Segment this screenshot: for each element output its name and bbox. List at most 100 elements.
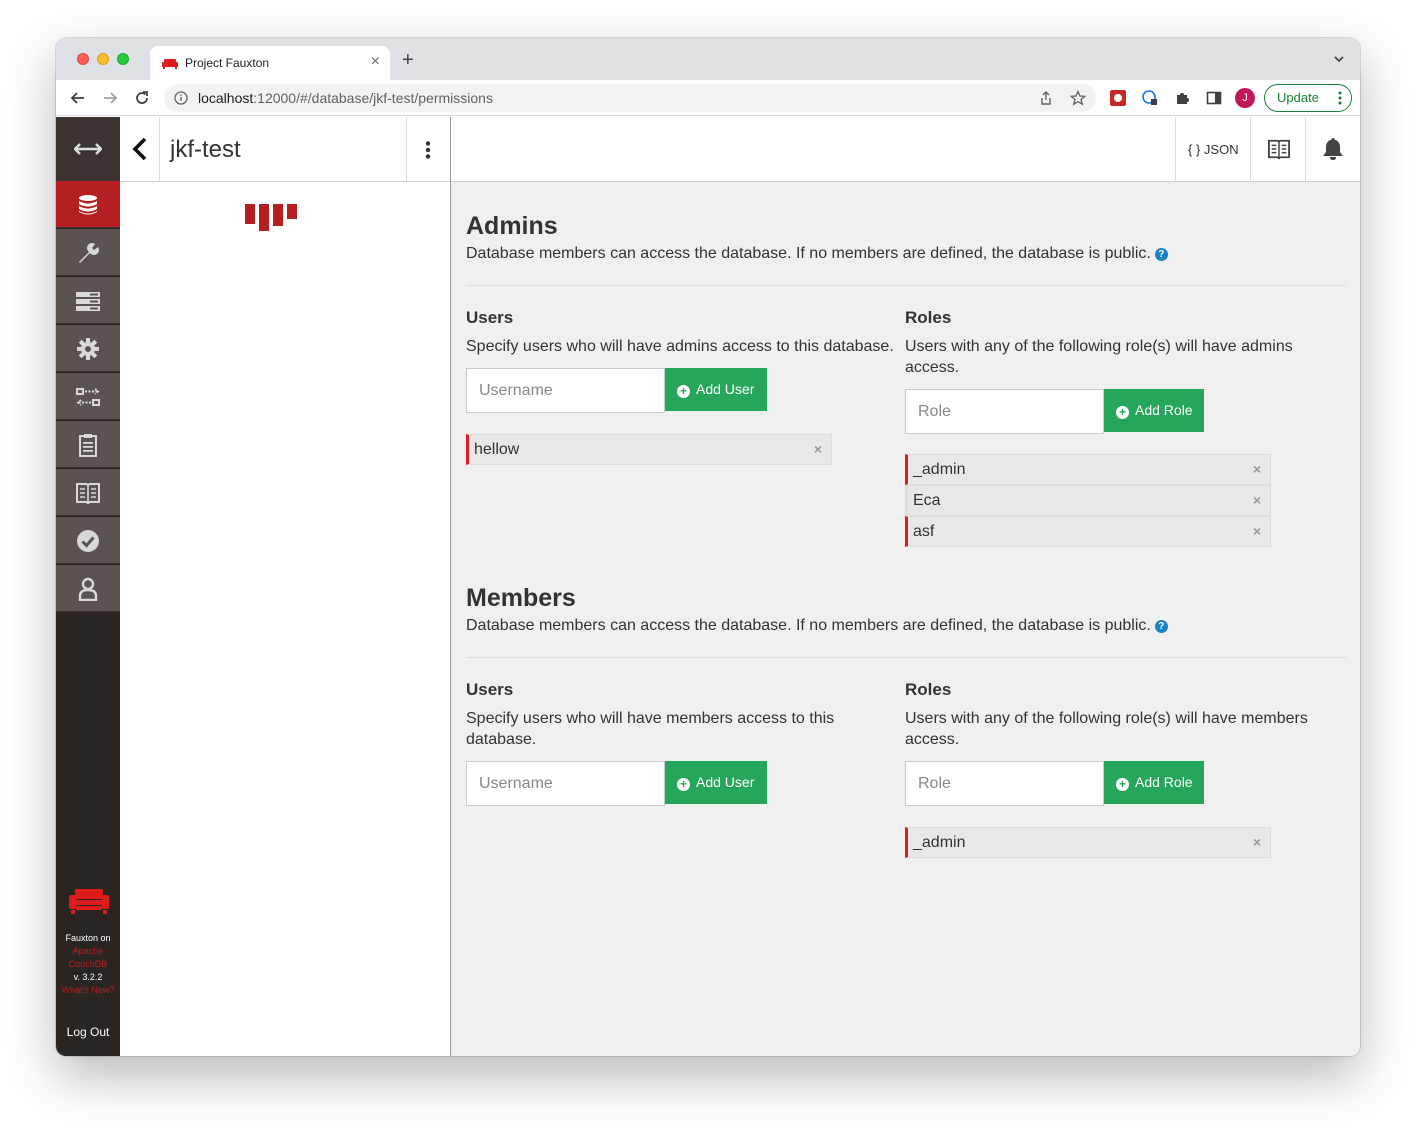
nav-item-verify[interactable] [56, 517, 120, 564]
browser-tab[interactable]: Project Fauxton × [150, 46, 390, 80]
update-button[interactable]: Update [1264, 84, 1352, 112]
admins-add-role-button[interactable]: + Add Role [1104, 389, 1204, 432]
more-vertical-icon [425, 141, 431, 159]
couchdb-logo-icon [69, 889, 109, 914]
new-tab-button[interactable]: + [402, 50, 414, 70]
loading-bars-icon [245, 204, 297, 231]
nav-item-log[interactable] [56, 421, 120, 468]
members-username-input[interactable] [466, 761, 665, 806]
back-arrow-icon[interactable] [68, 88, 88, 108]
role-name: Eca [913, 492, 941, 509]
address-bar[interactable]: localhost:12000/#/database/jkf-test/perm… [164, 84, 1096, 112]
members-roles-column: Roles Users with any of the following ro… [905, 680, 1325, 750]
plus-circle-icon: + [1116, 406, 1129, 419]
tab-title: Project Fauxton [185, 56, 270, 70]
forward-arrow-icon[interactable] [100, 88, 120, 108]
plus-circle-icon: + [1116, 778, 1129, 791]
documentation-button[interactable] [1250, 117, 1306, 181]
role-name: asf [913, 523, 935, 540]
members-roles-title: Roles [905, 680, 952, 699]
database-header: jkf-test [120, 117, 451, 182]
list-item: hellow × [466, 434, 832, 465]
admins-users-column: Users Specify users who will have admins… [466, 308, 902, 357]
members-users-column: Users Specify users who will have member… [466, 680, 866, 750]
role-name: _admin [913, 461, 966, 478]
list-item: _admin × [905, 827, 1271, 858]
members-add-user-row: +Add User [466, 761, 768, 806]
remove-icon[interactable]: × [1253, 834, 1261, 850]
members-users-description: Specify users who will have members acce… [466, 710, 835, 748]
remove-icon[interactable]: × [1253, 523, 1261, 539]
nav-item-user[interactable] [56, 565, 120, 612]
section-divider [466, 285, 1346, 286]
role-name: _admin [913, 834, 966, 851]
profile-avatar[interactable]: J [1235, 88, 1255, 108]
minimize-window-button[interactable] [97, 53, 109, 65]
url-text[interactable]: localhost:12000/#/database/jkf-test/perm… [198, 90, 493, 106]
side-panel-icon[interactable] [1206, 90, 1222, 106]
help-icon[interactable]: ? [1154, 620, 1168, 633]
nav-item-databases[interactable] [56, 181, 120, 228]
nav-item-docs[interactable] [56, 469, 120, 516]
admins-add-user-row: +Add User [466, 368, 768, 413]
back-button[interactable] [120, 117, 160, 181]
members-role-input[interactable] [905, 761, 1104, 806]
nav-item-config[interactable] [56, 325, 120, 372]
list-item: asf × [905, 516, 1271, 547]
apache-link[interactable]: Apache [56, 945, 120, 958]
database-options-button[interactable] [406, 117, 451, 181]
nav-item-active-tasks[interactable] [56, 277, 120, 324]
couch-favicon-icon [162, 59, 178, 69]
extensions-puzzle-icon[interactable] [1174, 90, 1190, 106]
nav-toggle-button[interactable] [56, 117, 120, 181]
admins-users-description: Specify users who will have admins acces… [466, 338, 894, 355]
wrench-icon [79, 243, 99, 263]
database-icon [79, 195, 97, 215]
admins-add-user-button[interactable]: + Add User [665, 368, 767, 411]
whats-new-link[interactable]: What's New? [56, 984, 120, 997]
extension-lock-icon[interactable] [1142, 90, 1158, 106]
info-icon[interactable] [174, 91, 188, 105]
remove-icon[interactable]: × [1253, 492, 1261, 508]
admins-section: Admins Database members can access the d… [466, 211, 1346, 551]
members-add-role-button[interactable]: + Add Role [1104, 761, 1204, 804]
members-section: Members Database members can access the … [466, 583, 1346, 883]
user-icon [78, 577, 98, 601]
help-icon[interactable]: ? [1154, 248, 1168, 261]
chevron-left-icon [132, 137, 147, 161]
admins-role-input[interactable] [905, 389, 1104, 434]
tab-strip: Project Fauxton × + [56, 38, 1360, 80]
clipboard-icon [79, 434, 97, 457]
admins-title: Admins [466, 212, 558, 240]
nav-item-setup[interactable] [56, 229, 120, 276]
members-users-title: Users [466, 680, 514, 699]
admins-roles-description: Users with any of the following role(s) … [905, 338, 1293, 376]
reload-icon[interactable] [132, 88, 152, 108]
admins-roles-list: _admin × Eca × asf × [905, 454, 1271, 547]
user-name: hellow [474, 441, 520, 458]
extension-red-icon[interactable] [1110, 90, 1126, 106]
couchdb-link[interactable]: CouchDB [56, 958, 120, 971]
close-window-button[interactable] [77, 53, 89, 65]
remove-icon[interactable]: × [1253, 461, 1261, 477]
api-json-button[interactable]: { } JSON [1175, 117, 1251, 181]
bell-icon [1323, 138, 1343, 160]
members-add-role-row: +Add Role [905, 761, 1205, 806]
maximize-window-button[interactable] [117, 53, 129, 65]
chevron-down-icon[interactable] [1332, 52, 1346, 66]
tab-close-icon[interactable]: × [371, 53, 380, 71]
plus-circle-icon: + [677, 778, 690, 791]
admins-users-title: Users [466, 308, 514, 327]
admins-username-input[interactable] [466, 368, 665, 413]
content-header: { } JSON [451, 117, 1360, 182]
notifications-button[interactable] [1305, 117, 1360, 181]
members-description: Database members can access the database… [466, 616, 1346, 636]
bookmark-star-icon[interactable] [1070, 90, 1086, 106]
members-add-user-button[interactable]: + Add User [665, 761, 767, 804]
admins-description: Database members can access the database… [466, 244, 1346, 264]
logout-link[interactable]: Log Out [56, 1025, 120, 1039]
share-icon[interactable] [1038, 90, 1054, 106]
plus-circle-icon: + [677, 385, 690, 398]
nav-item-replication[interactable] [56, 373, 120, 420]
remove-icon[interactable]: × [814, 441, 822, 457]
